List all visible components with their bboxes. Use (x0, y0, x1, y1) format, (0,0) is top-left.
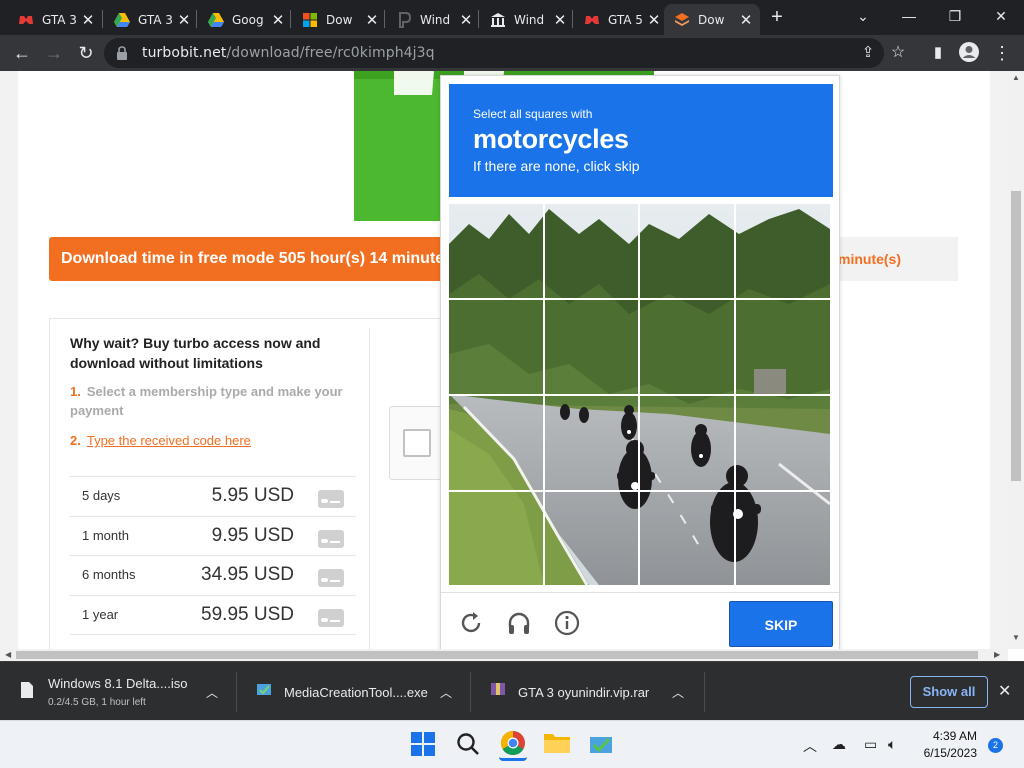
profile-avatar[interactable] (957, 41, 981, 65)
tab-8-active[interactable]: Dow ✕ (664, 4, 760, 35)
close-icon[interactable]: ✕ (738, 11, 754, 29)
archive-file-icon (490, 681, 506, 702)
close-icon[interactable]: ✕ (552, 11, 568, 29)
reload-button[interactable]: ↻ (74, 41, 98, 65)
price-row-partial (70, 634, 356, 649)
close-icon[interactable]: ✕ (176, 11, 192, 29)
download-shelf: Windows 8.1 Delta....iso 0.2/4.5 GB, 1 h… (0, 661, 1024, 720)
tab-5[interactable]: Wind ✕ (386, 4, 480, 35)
chevron-up-icon[interactable]: ︿ (206, 684, 218, 701)
captcha-header: Select all squares with motorcycles If t… (449, 84, 833, 197)
captcha-checkbox[interactable] (403, 429, 431, 457)
captcha-challenge: Select all squares with motorcycles If t… (440, 75, 840, 653)
refresh-icon[interactable] (457, 609, 485, 637)
credit-card-icon (318, 490, 344, 508)
layers-icon (674, 12, 690, 28)
windows-start-icon[interactable] (410, 731, 438, 759)
close-icon[interactable]: ✕ (458, 11, 474, 29)
step-1: 1. Select a membership type and make your… (70, 384, 343, 418)
clock-time[interactable]: 4:39 AM (920, 729, 977, 743)
maximize-button[interactable]: ❐ (940, 5, 970, 27)
chevron-up-icon[interactable]: ︿ (672, 684, 684, 701)
volume-icon[interactable]: 🔈︎ (888, 736, 896, 753)
show-all-button[interactable]: Show all (910, 676, 988, 708)
url-text: turbobit.net/download/free/rc0kimph4j3q (142, 45, 435, 61)
google-drive-icon (208, 12, 224, 28)
notification-badge[interactable]: 2 (988, 738, 1003, 753)
p-logo-icon (396, 11, 412, 28)
new-tab-button[interactable]: + (766, 6, 788, 28)
network-icon[interactable]: ▭ (864, 736, 877, 753)
minimize-button[interactable]: — (894, 5, 924, 27)
tab-3[interactable]: Goog ✕ (198, 4, 292, 35)
side-panel-icon[interactable]: ▮ (926, 41, 950, 65)
gamepad-icon (18, 12, 34, 28)
gamepad-icon (584, 12, 600, 28)
clock-date[interactable]: 6/15/2023 (910, 746, 977, 760)
microsoft-icon (302, 12, 318, 28)
close-window-button[interactable]: ✕ (986, 5, 1016, 27)
download-item[interactable]: Windows 8.1 Delta....iso 0.2/4.5 GB, 1 h… (0, 662, 236, 721)
chevron-up-icon[interactable]: ︿ (440, 684, 452, 701)
cloud-offline-icon[interactable]: ☁ (832, 736, 846, 753)
captcha-tile[interactable] (449, 204, 830, 585)
file-explorer-icon[interactable] (543, 731, 571, 759)
installer-icon (256, 681, 272, 702)
price-row[interactable]: 5 days 5.95 USD (70, 476, 356, 516)
buy-turbo-panel: Why wait? Buy turbo access now and downl… (49, 318, 469, 649)
close-icon[interactable]: ✕ (80, 11, 96, 29)
download-item[interactable]: MediaCreationTool....exe ︿ (236, 662, 470, 721)
close-icon[interactable]: ✕ (998, 681, 1011, 701)
star-icon[interactable]: ☆ (886, 41, 910, 65)
credit-card-icon (318, 530, 344, 548)
tab-4[interactable]: Dow ✕ (292, 4, 386, 35)
search-icon[interactable] (455, 731, 483, 759)
captcha-target: motorcycles (473, 124, 629, 154)
address-bar[interactable]: turbobit.net/download/free/rc0kimph4j3q (104, 38, 884, 68)
tab-strip: GTA 3 ✕ GTA 3 ✕ Goog ✕ Dow ✕ Wind ✕ Wind… (0, 0, 1024, 35)
tab-2[interactable]: GTA 3 ✕ (104, 4, 198, 35)
close-icon[interactable]: ✕ (270, 11, 286, 29)
forward-button[interactable]: → (42, 41, 66, 65)
skip-button[interactable]: SKIP (729, 601, 833, 647)
tab-6[interactable]: Wind ✕ (480, 4, 574, 35)
vertical-scrollbar[interactable]: ▲ ▼ (1008, 71, 1024, 649)
windows-taskbar: ︿ ☁ ▭ 🔈︎ 4:39 AM 6/15/2023 2 (0, 720, 1024, 768)
tab-7[interactable]: GTA 5 ✕ (574, 4, 668, 35)
price-row[interactable]: 1 year 59.95 USD (70, 595, 356, 635)
chevron-up-icon[interactable]: ︿ (803, 736, 817, 756)
price-row[interactable]: 1 month 9.95 USD (70, 516, 356, 556)
lock-icon (116, 46, 128, 65)
buy-title: Why wait? Buy turbo access now and downl… (70, 335, 321, 371)
media-creation-tool-icon[interactable] (588, 731, 616, 759)
share-icon[interactable]: ⇪ (856, 41, 880, 65)
price-row[interactable]: 6 months 34.95 USD (70, 555, 356, 595)
horizontal-scrollbar[interactable]: ◀ ▶ (0, 649, 1008, 661)
captcha-image-grid (449, 204, 830, 585)
info-icon[interactable] (553, 609, 581, 637)
tab-1[interactable]: GTA 3 ✕ (8, 4, 102, 35)
close-icon[interactable]: ✕ (646, 11, 662, 29)
captcha-footer: SKIP (441, 592, 839, 654)
tab-search-button[interactable]: ⌄ (848, 5, 878, 27)
menu-kebab-icon[interactable]: ⋮ (990, 41, 1014, 65)
enter-code-link[interactable]: Type the received code here (87, 433, 251, 448)
file-icon (20, 681, 34, 704)
close-icon[interactable]: ✕ (364, 11, 380, 29)
download-item[interactable]: GTA 3 oyunindir.vip.rar ︿ (470, 662, 704, 721)
back-button[interactable]: ← (10, 41, 34, 65)
chrome-icon[interactable] (499, 727, 527, 761)
google-drive-icon (114, 12, 130, 28)
credit-card-icon (318, 609, 344, 627)
archive-icon (490, 12, 506, 28)
browser-toolbar: ← → ↻ turbobit.net/download/free/rc0kimp… (0, 35, 1024, 71)
credit-card-icon (318, 569, 344, 587)
headphones-icon[interactable] (505, 609, 533, 637)
step-2: 2. Type the received code here (70, 433, 251, 448)
